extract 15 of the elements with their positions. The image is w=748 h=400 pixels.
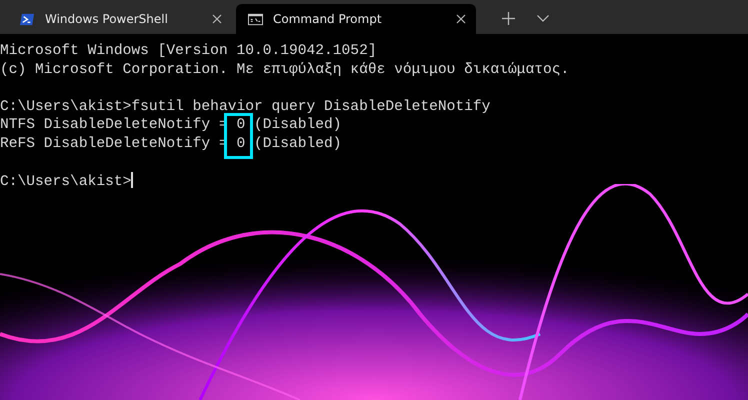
output-line: (c) Microsoft Corporation. Με επιφύλαξη κάθε νόμιμου δικαιώματος.: [0, 60, 570, 80]
tab-label: Windows PowerShell: [45, 12, 169, 26]
close-icon[interactable]: [212, 14, 222, 24]
highlight-box: [224, 113, 254, 159]
chevron-down-icon[interactable]: [537, 15, 549, 22]
close-icon[interactable]: [456, 14, 466, 24]
output-line: Microsoft Windows [Version 10.0.19042.1052]: [0, 42, 378, 61]
tab[interactable]: Windows PowerShell: [8, 4, 232, 34]
powershell-icon: [20, 12, 35, 26]
output-line: C:\Users\akist>fsutil behavior query DisableDeleteNotify: [0, 98, 492, 116]
terminal-icon: [248, 12, 263, 26]
new-tab-icon[interactable]: [502, 12, 515, 25]
tab[interactable]: Command Prompt: [236, 4, 476, 34]
tab-label: Command Prompt: [273, 12, 383, 26]
command-prompt: C:\Users\akist>: [0, 174, 132, 190]
